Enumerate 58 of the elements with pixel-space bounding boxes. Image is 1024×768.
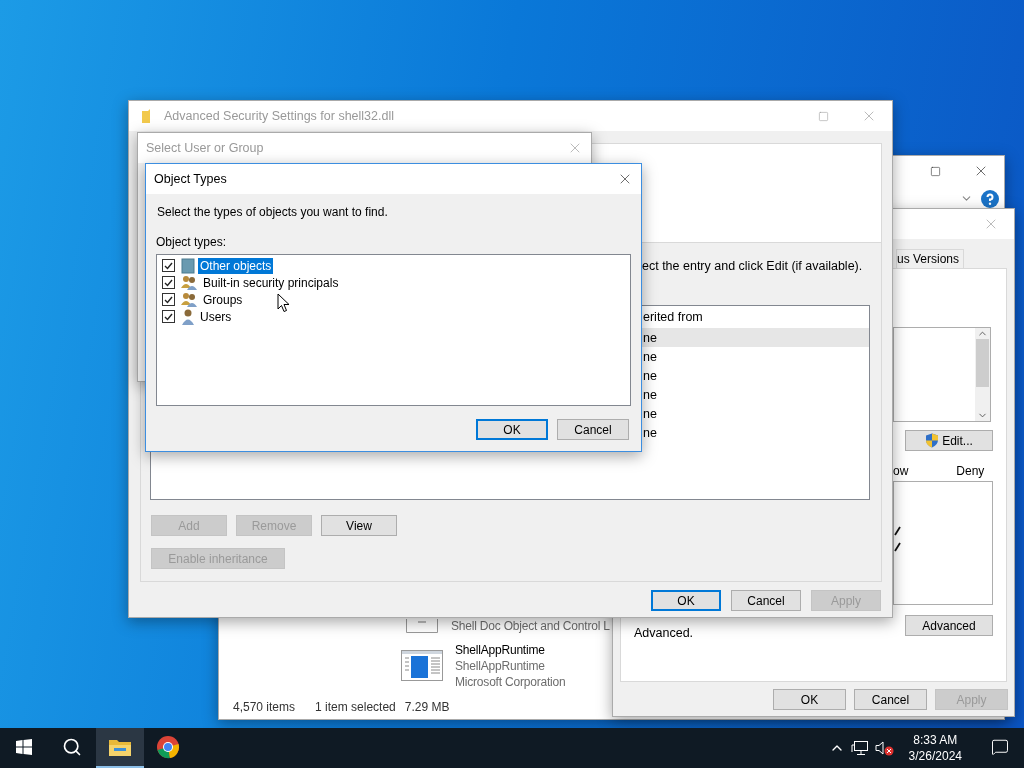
list-item[interactable]: Groups	[201, 291, 245, 308]
file-company: Microsoft Corporation	[455, 674, 566, 690]
windows-logo-icon	[16, 739, 32, 755]
dialog-button[interactable]: Cancel	[854, 689, 927, 710]
action-button[interactable]: View	[321, 515, 397, 536]
folder-icon	[142, 109, 152, 123]
instruction-text: ect the entry and click Edit (if available).	[642, 259, 863, 273]
object-icon	[181, 257, 195, 274]
dialog-button[interactable]: Cancel	[557, 419, 629, 440]
notifications-icon[interactable]	[991, 738, 1009, 756]
network-icon[interactable]	[850, 740, 869, 756]
list-item[interactable]: Built-in security principals	[201, 274, 341, 291]
dialog-button[interactable]: OK	[476, 419, 548, 440]
file-description: ShellAppRuntime	[455, 658, 546, 674]
dialog-button[interactable]: OK	[773, 689, 846, 710]
advanced-button[interactable]: Advanced	[905, 615, 993, 636]
people-icon	[181, 274, 198, 291]
search-icon[interactable]	[62, 737, 82, 757]
column-header: Deny	[956, 464, 985, 478]
shield-icon	[925, 433, 940, 448]
browser-icon	[156, 735, 180, 759]
taskbar-app[interactable]	[96, 728, 144, 768]
column-header: ow	[893, 464, 909, 478]
dialog-button[interactable]: Cancel	[731, 590, 801, 611]
checkbox[interactable]	[162, 310, 175, 323]
edit-button[interactable]: Edit...	[905, 430, 993, 451]
column-header[interactable]: erited from	[643, 310, 703, 324]
clock-date[interactable]: 3/26/2024	[908, 748, 962, 764]
allow-check-icon[interactable]	[894, 526, 901, 536]
clock-time[interactable]: 8:33 AM	[913, 732, 958, 748]
help-icon[interactable]	[981, 189, 999, 208]
window-title: Advanced Security Settings for shell32.dll	[164, 109, 395, 123]
allow-check-icon[interactable]	[894, 542, 901, 552]
muted-speaker-icon[interactable]	[874, 740, 895, 756]
dialog-title: Object Types	[154, 172, 228, 186]
selection-size: 7.29 MB	[404, 700, 450, 714]
file-description: Shell Doc Object and Control L	[451, 618, 610, 634]
dialog-button[interactable]: OK	[651, 590, 721, 611]
dialog-title: Select User or Group	[146, 141, 265, 155]
checkbox[interactable]	[162, 259, 175, 272]
folder-icon	[108, 737, 132, 757]
list-item[interactable]: Users	[198, 308, 234, 325]
instruction-text: Select the types of objects you want to find.	[157, 205, 389, 219]
list-item[interactable]: Other objects	[198, 257, 274, 274]
maximize-icon[interactable]	[929, 165, 941, 177]
cursor-icon	[277, 293, 290, 313]
person-icon	[181, 308, 195, 325]
list-label: Object types:	[156, 235, 228, 249]
people-icon	[181, 291, 198, 308]
scrollbar[interactable]	[975, 328, 990, 421]
note-text: Advanced.	[634, 625, 694, 640]
file-name[interactable]: ShellAppRuntime	[455, 642, 566, 658]
checkbox[interactable]	[162, 276, 175, 289]
checkbox[interactable]	[162, 293, 175, 306]
tab[interactable]: us Versions	[896, 249, 965, 268]
file-icon	[406, 619, 438, 633]
selection-count: 1 item selected	[315, 700, 396, 714]
item-count: 4,570 items	[233, 700, 296, 714]
